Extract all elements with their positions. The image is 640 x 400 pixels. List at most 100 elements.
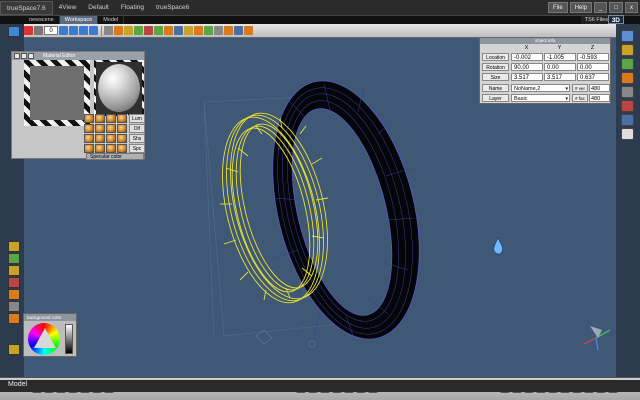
rotation-y-field[interactable]: 0.00 bbox=[544, 63, 576, 71]
minimize-button[interactable]: _ bbox=[594, 2, 608, 13]
shader-thumb[interactable] bbox=[117, 144, 127, 153]
brush-icon[interactable] bbox=[621, 100, 634, 112]
end-icon[interactable] bbox=[89, 26, 98, 35]
material-panel-pin[interactable] bbox=[14, 53, 20, 59]
layer-select[interactable]: Basic bbox=[511, 94, 570, 103]
tab-4view[interactable]: 4View bbox=[53, 1, 83, 15]
rotation-x-field[interactable]: 90.00 bbox=[511, 63, 543, 71]
material-panel-menu[interactable] bbox=[21, 53, 27, 59]
maximize-button[interactable]: □ bbox=[609, 2, 623, 13]
shader-thumb[interactable] bbox=[95, 114, 105, 123]
size-z-field[interactable]: 0.637 bbox=[577, 73, 609, 81]
shader-thumb[interactable] bbox=[95, 144, 105, 153]
render-icon[interactable] bbox=[244, 26, 253, 35]
tab-truespace6[interactable]: trueSpace6 bbox=[150, 1, 195, 15]
shader-thumb[interactable] bbox=[106, 124, 116, 133]
grid-icon[interactable] bbox=[104, 26, 113, 35]
stop-icon[interactable] bbox=[34, 26, 43, 35]
shader-thumb[interactable] bbox=[106, 134, 116, 143]
shader-thumb[interactable] bbox=[117, 134, 127, 143]
shader-thumb[interactable] bbox=[84, 114, 94, 123]
gear-icon[interactable] bbox=[621, 86, 634, 98]
shader-label-spc[interactable]: Spc bbox=[129, 144, 145, 153]
folder-icon[interactable] bbox=[194, 26, 203, 35]
location-x-field[interactable]: -0.002 bbox=[511, 53, 543, 61]
tab-default[interactable]: Default bbox=[82, 1, 115, 15]
shader-thumb[interactable] bbox=[95, 124, 105, 133]
hand-tool-icon[interactable] bbox=[8, 344, 20, 355]
record-icon[interactable] bbox=[24, 26, 33, 35]
select-tool-icon[interactable] bbox=[8, 26, 20, 37]
document-icon[interactable] bbox=[621, 128, 634, 140]
cube-icon[interactable] bbox=[621, 30, 634, 42]
grid-tool-icon[interactable] bbox=[8, 301, 20, 312]
rotate-tool-icon[interactable] bbox=[8, 253, 20, 264]
tree-icon[interactable] bbox=[134, 26, 143, 35]
box-icon[interactable] bbox=[164, 26, 173, 35]
sphere-icon[interactable] bbox=[224, 26, 233, 35]
shader-thumb[interactable] bbox=[84, 124, 94, 133]
specular-color-label[interactable]: Specular color bbox=[86, 153, 144, 160]
paint-tool-icon[interactable] bbox=[8, 277, 20, 288]
star-icon[interactable] bbox=[184, 26, 193, 35]
name-field[interactable]: NoName,2 bbox=[511, 84, 570, 93]
rewind-icon[interactable] bbox=[59, 26, 68, 35]
lamp-icon[interactable] bbox=[621, 44, 634, 56]
material-icon[interactable] bbox=[621, 72, 634, 84]
forward-icon[interactable] bbox=[79, 26, 88, 35]
shader-thumb[interactable] bbox=[117, 124, 127, 133]
move-tool-icon[interactable] bbox=[8, 241, 20, 252]
paint-icon[interactable] bbox=[144, 26, 153, 35]
hat-icon[interactable] bbox=[234, 26, 243, 35]
size-label: Size bbox=[482, 73, 509, 81]
tab-floating[interactable]: Floating bbox=[115, 1, 150, 15]
help-menu[interactable]: Help bbox=[569, 2, 593, 13]
brightness-slider[interactable] bbox=[65, 324, 73, 354]
color-triangle[interactable] bbox=[34, 328, 56, 348]
location-y-field[interactable]: -1.005 bbox=[544, 53, 576, 61]
camera-icon[interactable] bbox=[174, 26, 183, 35]
shader-row-spc bbox=[84, 144, 128, 153]
shader-thumb[interactable] bbox=[84, 144, 94, 153]
droplet-icon[interactable] bbox=[493, 237, 503, 255]
tab-newscene[interactable]: newscene bbox=[24, 16, 60, 24]
object-info-title: object info bbox=[480, 38, 610, 44]
scale-tool-icon[interactable] bbox=[8, 265, 20, 276]
dark-torus[interactable] bbox=[248, 65, 444, 354]
shader-thumb[interactable] bbox=[117, 114, 127, 123]
play-icon[interactable] bbox=[69, 26, 78, 35]
view-3d-badge[interactable]: 3D bbox=[607, 15, 624, 24]
shader-thumb[interactable] bbox=[106, 114, 116, 123]
axis-gizmo-icon[interactable] bbox=[583, 326, 611, 351]
object-icon[interactable] bbox=[114, 26, 123, 35]
settings-icon[interactable] bbox=[214, 26, 223, 35]
tree-icon[interactable] bbox=[621, 58, 634, 70]
tab-workspace[interactable]: Workspace bbox=[59, 16, 99, 24]
file-menu[interactable]: File bbox=[548, 2, 568, 13]
shader-thumb[interactable] bbox=[95, 134, 105, 143]
shader-label-shs[interactable]: Shs bbox=[129, 134, 145, 143]
leaf-icon[interactable] bbox=[204, 26, 213, 35]
shader-thumb[interactable] bbox=[106, 144, 116, 153]
location-z-field[interactable]: -0.593 bbox=[577, 53, 609, 61]
tab-truespace[interactable]: trueSpace7.6 bbox=[0, 0, 53, 15]
light-gizmo bbox=[255, 329, 316, 348]
rotation-z-field[interactable]: 0.00 bbox=[577, 63, 609, 71]
close-button[interactable]: x bbox=[625, 2, 638, 13]
tab-model[interactable]: Model bbox=[98, 16, 125, 24]
shader-label-dif[interactable]: Dif bbox=[129, 124, 145, 133]
scene-tab-bar: newscene Workspace Model bbox=[0, 16, 640, 24]
frame-field[interactable]: 0 bbox=[44, 26, 58, 35]
material-panel-close[interactable] bbox=[28, 53, 34, 59]
camera-icon[interactable] bbox=[621, 114, 634, 126]
plant-icon[interactable] bbox=[154, 26, 163, 35]
box-tool-icon[interactable] bbox=[8, 313, 20, 324]
shader-thumb[interactable] bbox=[84, 134, 94, 143]
size-y-field[interactable]: 3.517 bbox=[544, 73, 576, 81]
sphere-material-preview[interactable] bbox=[94, 60, 144, 116]
flat-material-preview[interactable] bbox=[24, 60, 90, 126]
light-icon[interactable] bbox=[124, 26, 133, 35]
shader-label-lum[interactable]: Lum bbox=[129, 114, 145, 123]
size-x-field[interactable]: 3.517 bbox=[511, 73, 543, 81]
cone-tool-icon[interactable] bbox=[8, 289, 20, 300]
